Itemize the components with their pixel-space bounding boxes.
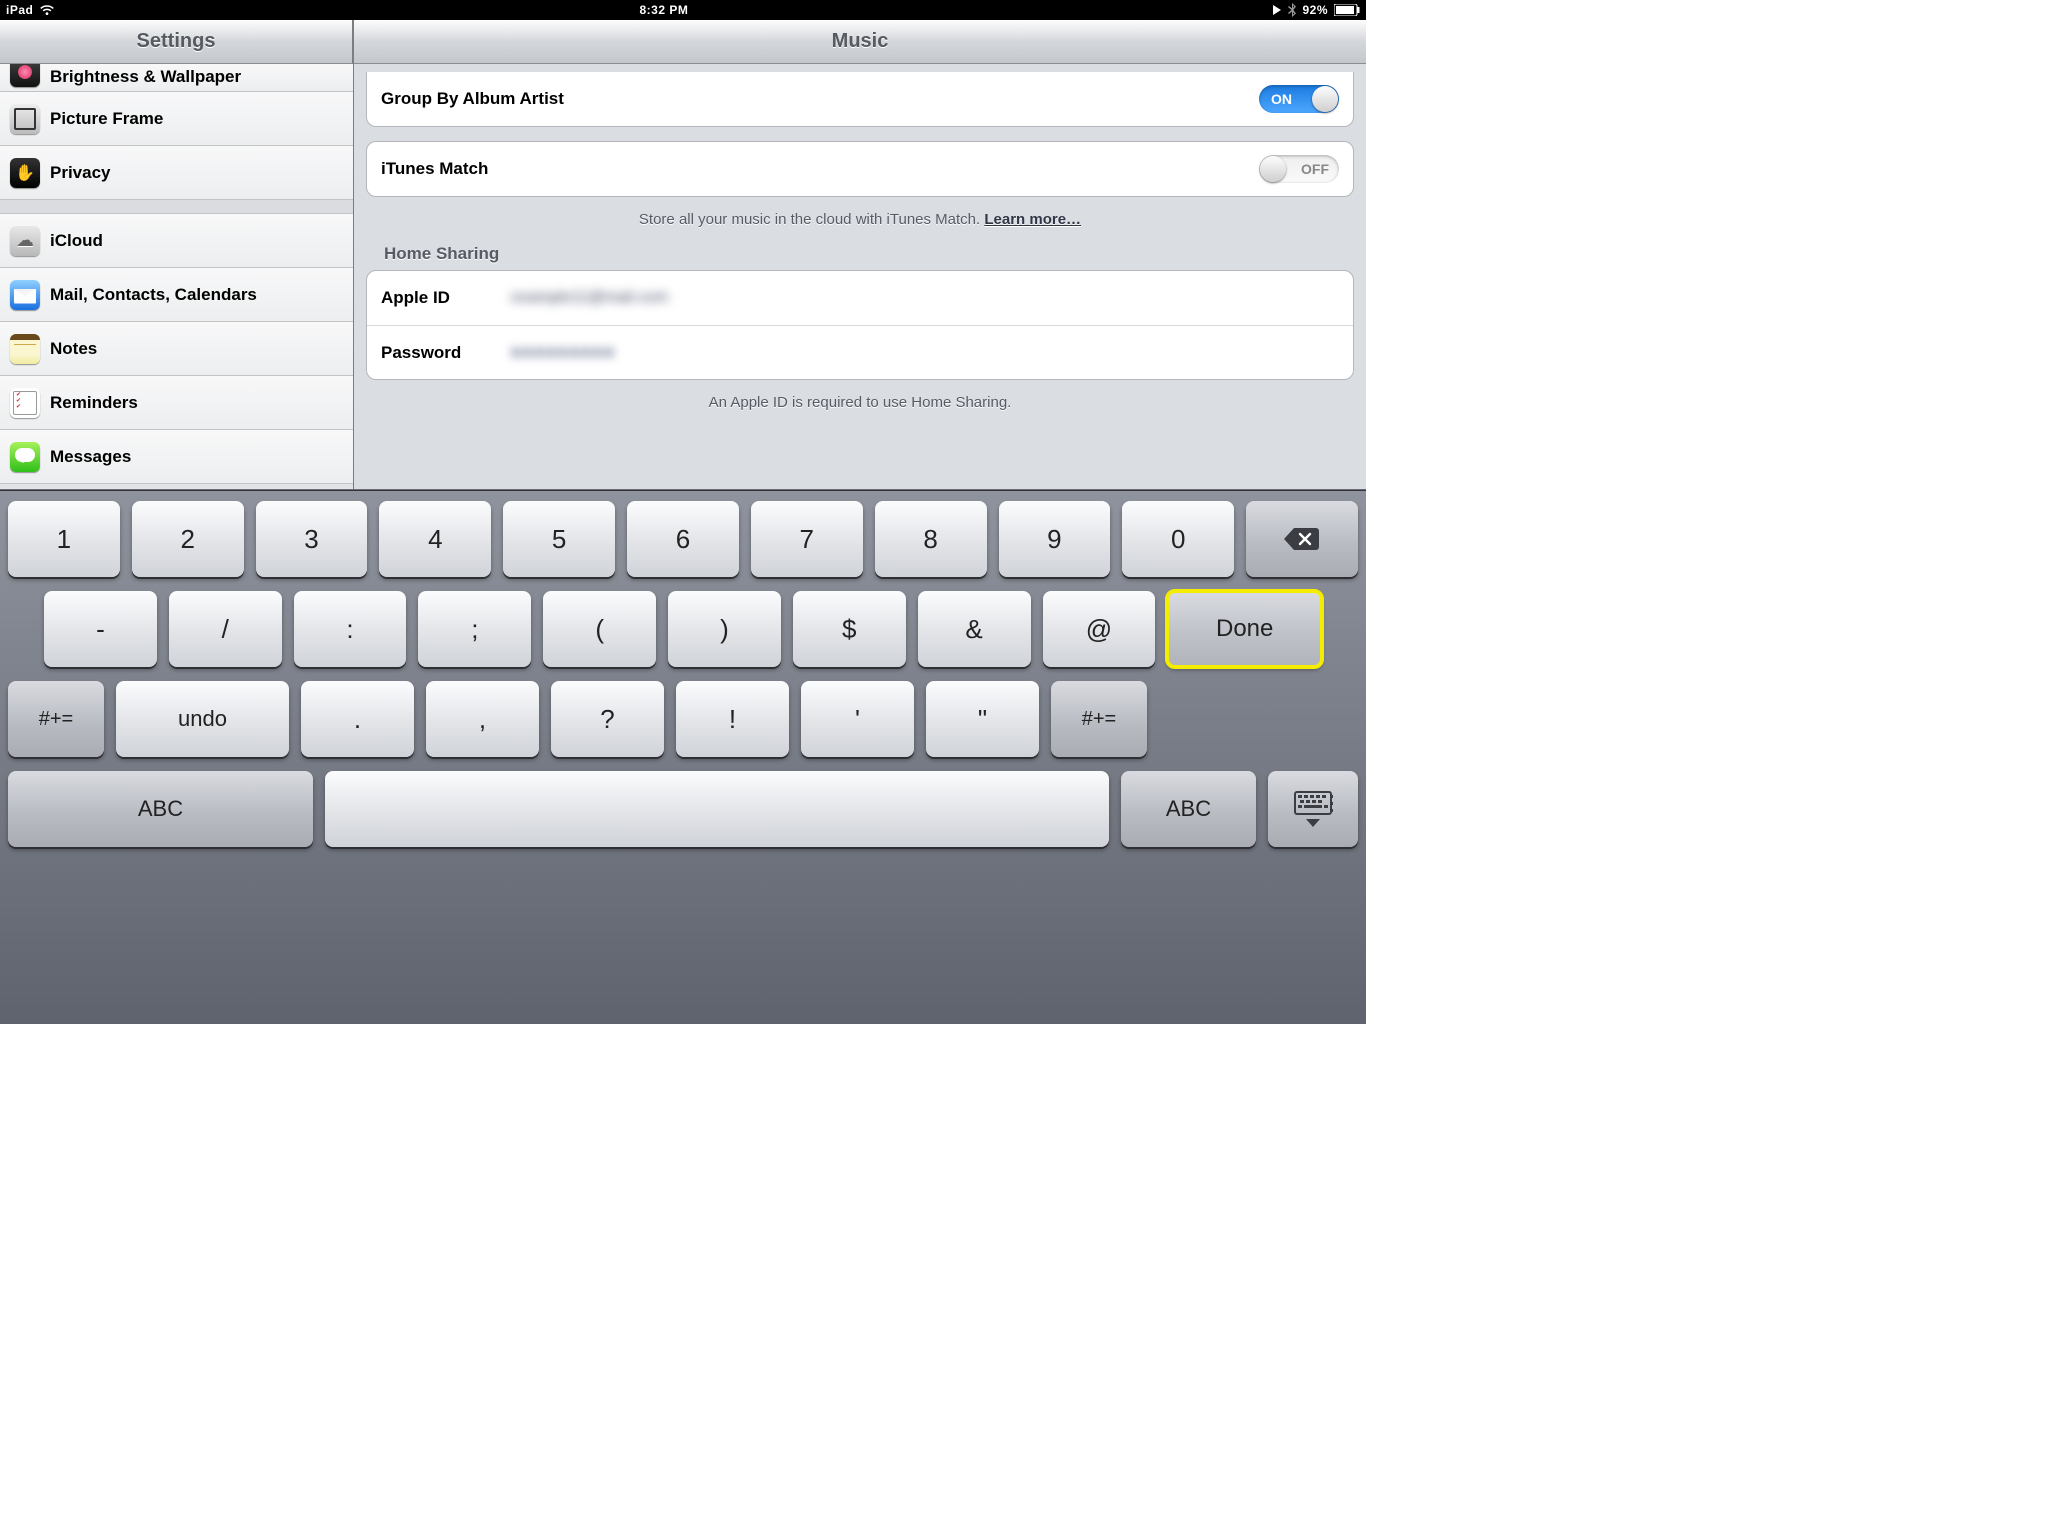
- privacy-icon: ✋: [10, 158, 40, 188]
- sidebar-item-label: Privacy: [50, 163, 111, 183]
- toggle-itunes-match[interactable]: OFF: [1259, 155, 1339, 183]
- learn-more-link[interactable]: Learn more…: [984, 211, 1081, 228]
- key-3[interactable]: 3: [256, 501, 368, 577]
- picture-frame-icon: [10, 104, 40, 134]
- bluetooth-icon: [1288, 3, 1296, 17]
- key-dismiss-keyboard[interactable]: [1268, 771, 1358, 847]
- key-undo[interactable]: undo: [116, 681, 289, 757]
- sidebar-item-reminders[interactable]: Reminders: [0, 376, 353, 430]
- group-itunes-match: iTunes Match OFF: [366, 141, 1354, 197]
- caption-text: Store all your music in the cloud with i…: [639, 211, 984, 228]
- detail-title: Music: [354, 20, 1366, 64]
- sidebar-item-label: Brightness & Wallpaper: [50, 67, 241, 87]
- key-colon[interactable]: :: [294, 591, 407, 667]
- key-symbols-left[interactable]: #+=: [8, 681, 104, 757]
- sidebar-item-label: Picture Frame: [50, 109, 163, 129]
- key-comma[interactable]: ,: [426, 681, 539, 757]
- field-label: Apple ID: [381, 288, 511, 308]
- row-apple-id[interactable]: Apple ID: [367, 271, 1353, 325]
- sidebar-item-icloud[interactable]: ☁ iCloud: [0, 214, 353, 268]
- notes-icon: [10, 334, 40, 364]
- key-2[interactable]: 2: [132, 501, 244, 577]
- home-sharing-footer: An Apple ID is required to use Home Shar…: [366, 394, 1354, 411]
- settings-detail: Music Group By Album Artist ON iTunes Ma…: [354, 20, 1366, 489]
- row-label: Group By Album Artist: [381, 89, 564, 109]
- group-home-sharing: Apple ID Password: [366, 270, 1354, 380]
- key-space[interactable]: [325, 771, 1109, 847]
- key-1[interactable]: 1: [8, 501, 120, 577]
- toggle-knob: [1260, 156, 1286, 182]
- sidebar-item-label: iCloud: [50, 231, 103, 251]
- brightness-icon: [10, 64, 40, 87]
- sidebar-item-notes[interactable]: Notes: [0, 322, 353, 376]
- device-label: iPad: [6, 3, 33, 17]
- key-lparen[interactable]: (: [543, 591, 656, 667]
- key-4[interactable]: 4: [379, 501, 491, 577]
- battery-icon: [1334, 4, 1360, 16]
- sidebar-item-mail[interactable]: Mail, Contacts, Calendars: [0, 268, 353, 322]
- key-ampersand[interactable]: &: [918, 591, 1031, 667]
- toggle-label: ON: [1271, 91, 1292, 107]
- password-input[interactable]: [511, 344, 931, 362]
- sidebar-item-picture-frame[interactable]: Picture Frame: [0, 92, 353, 146]
- settings-sidebar: Settings Brightness & Wallpaper Picture …: [0, 20, 354, 489]
- itunes-match-caption: Store all your music in the cloud with i…: [366, 211, 1354, 228]
- key-7[interactable]: 7: [751, 501, 863, 577]
- row-itunes-match[interactable]: iTunes Match OFF: [367, 142, 1353, 196]
- key-dollar[interactable]: $: [793, 591, 906, 667]
- sidebar-item-brightness[interactable]: Brightness & Wallpaper: [0, 64, 353, 92]
- on-screen-keyboard: 1 2 3 4 5 6 7 8 9 0 - / : ; ( ) $ & @ Do…: [0, 490, 1366, 1024]
- key-done[interactable]: Done: [1167, 591, 1322, 667]
- sidebar-group-divider: [0, 200, 353, 214]
- sidebar-item-label: Reminders: [50, 393, 138, 413]
- key-dash[interactable]: -: [44, 591, 157, 667]
- play-icon: [1272, 5, 1282, 15]
- sidebar-title: Settings: [0, 20, 353, 64]
- toggle-group-by[interactable]: ON: [1259, 85, 1339, 113]
- key-semicolon[interactable]: ;: [418, 591, 531, 667]
- sidebar-item-label: Notes: [50, 339, 97, 359]
- group-group-by: Group By Album Artist ON: [366, 72, 1354, 127]
- sidebar-item-label: Messages: [50, 447, 131, 467]
- toggle-knob: [1312, 86, 1338, 112]
- key-apostrophe[interactable]: ': [801, 681, 914, 757]
- home-sharing-header: Home Sharing: [366, 240, 1354, 270]
- key-abc-right[interactable]: ABC: [1121, 771, 1256, 847]
- reminders-icon: [10, 388, 40, 418]
- key-quote[interactable]: ": [926, 681, 1039, 757]
- mail-icon: [10, 280, 40, 310]
- apple-id-input[interactable]: [511, 289, 931, 307]
- key-exclaim[interactable]: !: [676, 681, 789, 757]
- field-label: Password: [381, 343, 511, 363]
- key-abc-left[interactable]: ABC: [8, 771, 313, 847]
- sidebar-item-privacy[interactable]: ✋ Privacy: [0, 146, 353, 200]
- row-label: iTunes Match: [381, 159, 488, 179]
- sidebar-item-messages[interactable]: Messages: [0, 430, 353, 484]
- key-8[interactable]: 8: [875, 501, 987, 577]
- key-rparen[interactable]: ): [668, 591, 781, 667]
- clock: 8:32 PM: [55, 3, 1272, 17]
- status-bar: iPad 8:32 PM 92%: [0, 0, 1366, 20]
- battery-percent: 92%: [1302, 3, 1328, 17]
- row-password[interactable]: Password: [367, 325, 1353, 379]
- toggle-label: OFF: [1301, 161, 1329, 177]
- row-group-by-album-artist[interactable]: Group By Album Artist ON: [367, 72, 1353, 126]
- key-question[interactable]: ?: [551, 681, 664, 757]
- key-at[interactable]: @: [1043, 591, 1156, 667]
- key-0[interactable]: 0: [1122, 501, 1234, 577]
- sidebar-item-label: Mail, Contacts, Calendars: [50, 285, 257, 305]
- wifi-icon: [39, 4, 55, 16]
- cloud-icon: ☁: [10, 226, 40, 256]
- key-symbols-right[interactable]: #+=: [1051, 681, 1147, 757]
- key-backspace[interactable]: [1246, 501, 1358, 577]
- key-9[interactable]: 9: [999, 501, 1111, 577]
- key-5[interactable]: 5: [503, 501, 615, 577]
- key-slash[interactable]: /: [169, 591, 282, 667]
- key-6[interactable]: 6: [627, 501, 739, 577]
- messages-icon: [10, 442, 40, 472]
- key-period[interactable]: .: [301, 681, 414, 757]
